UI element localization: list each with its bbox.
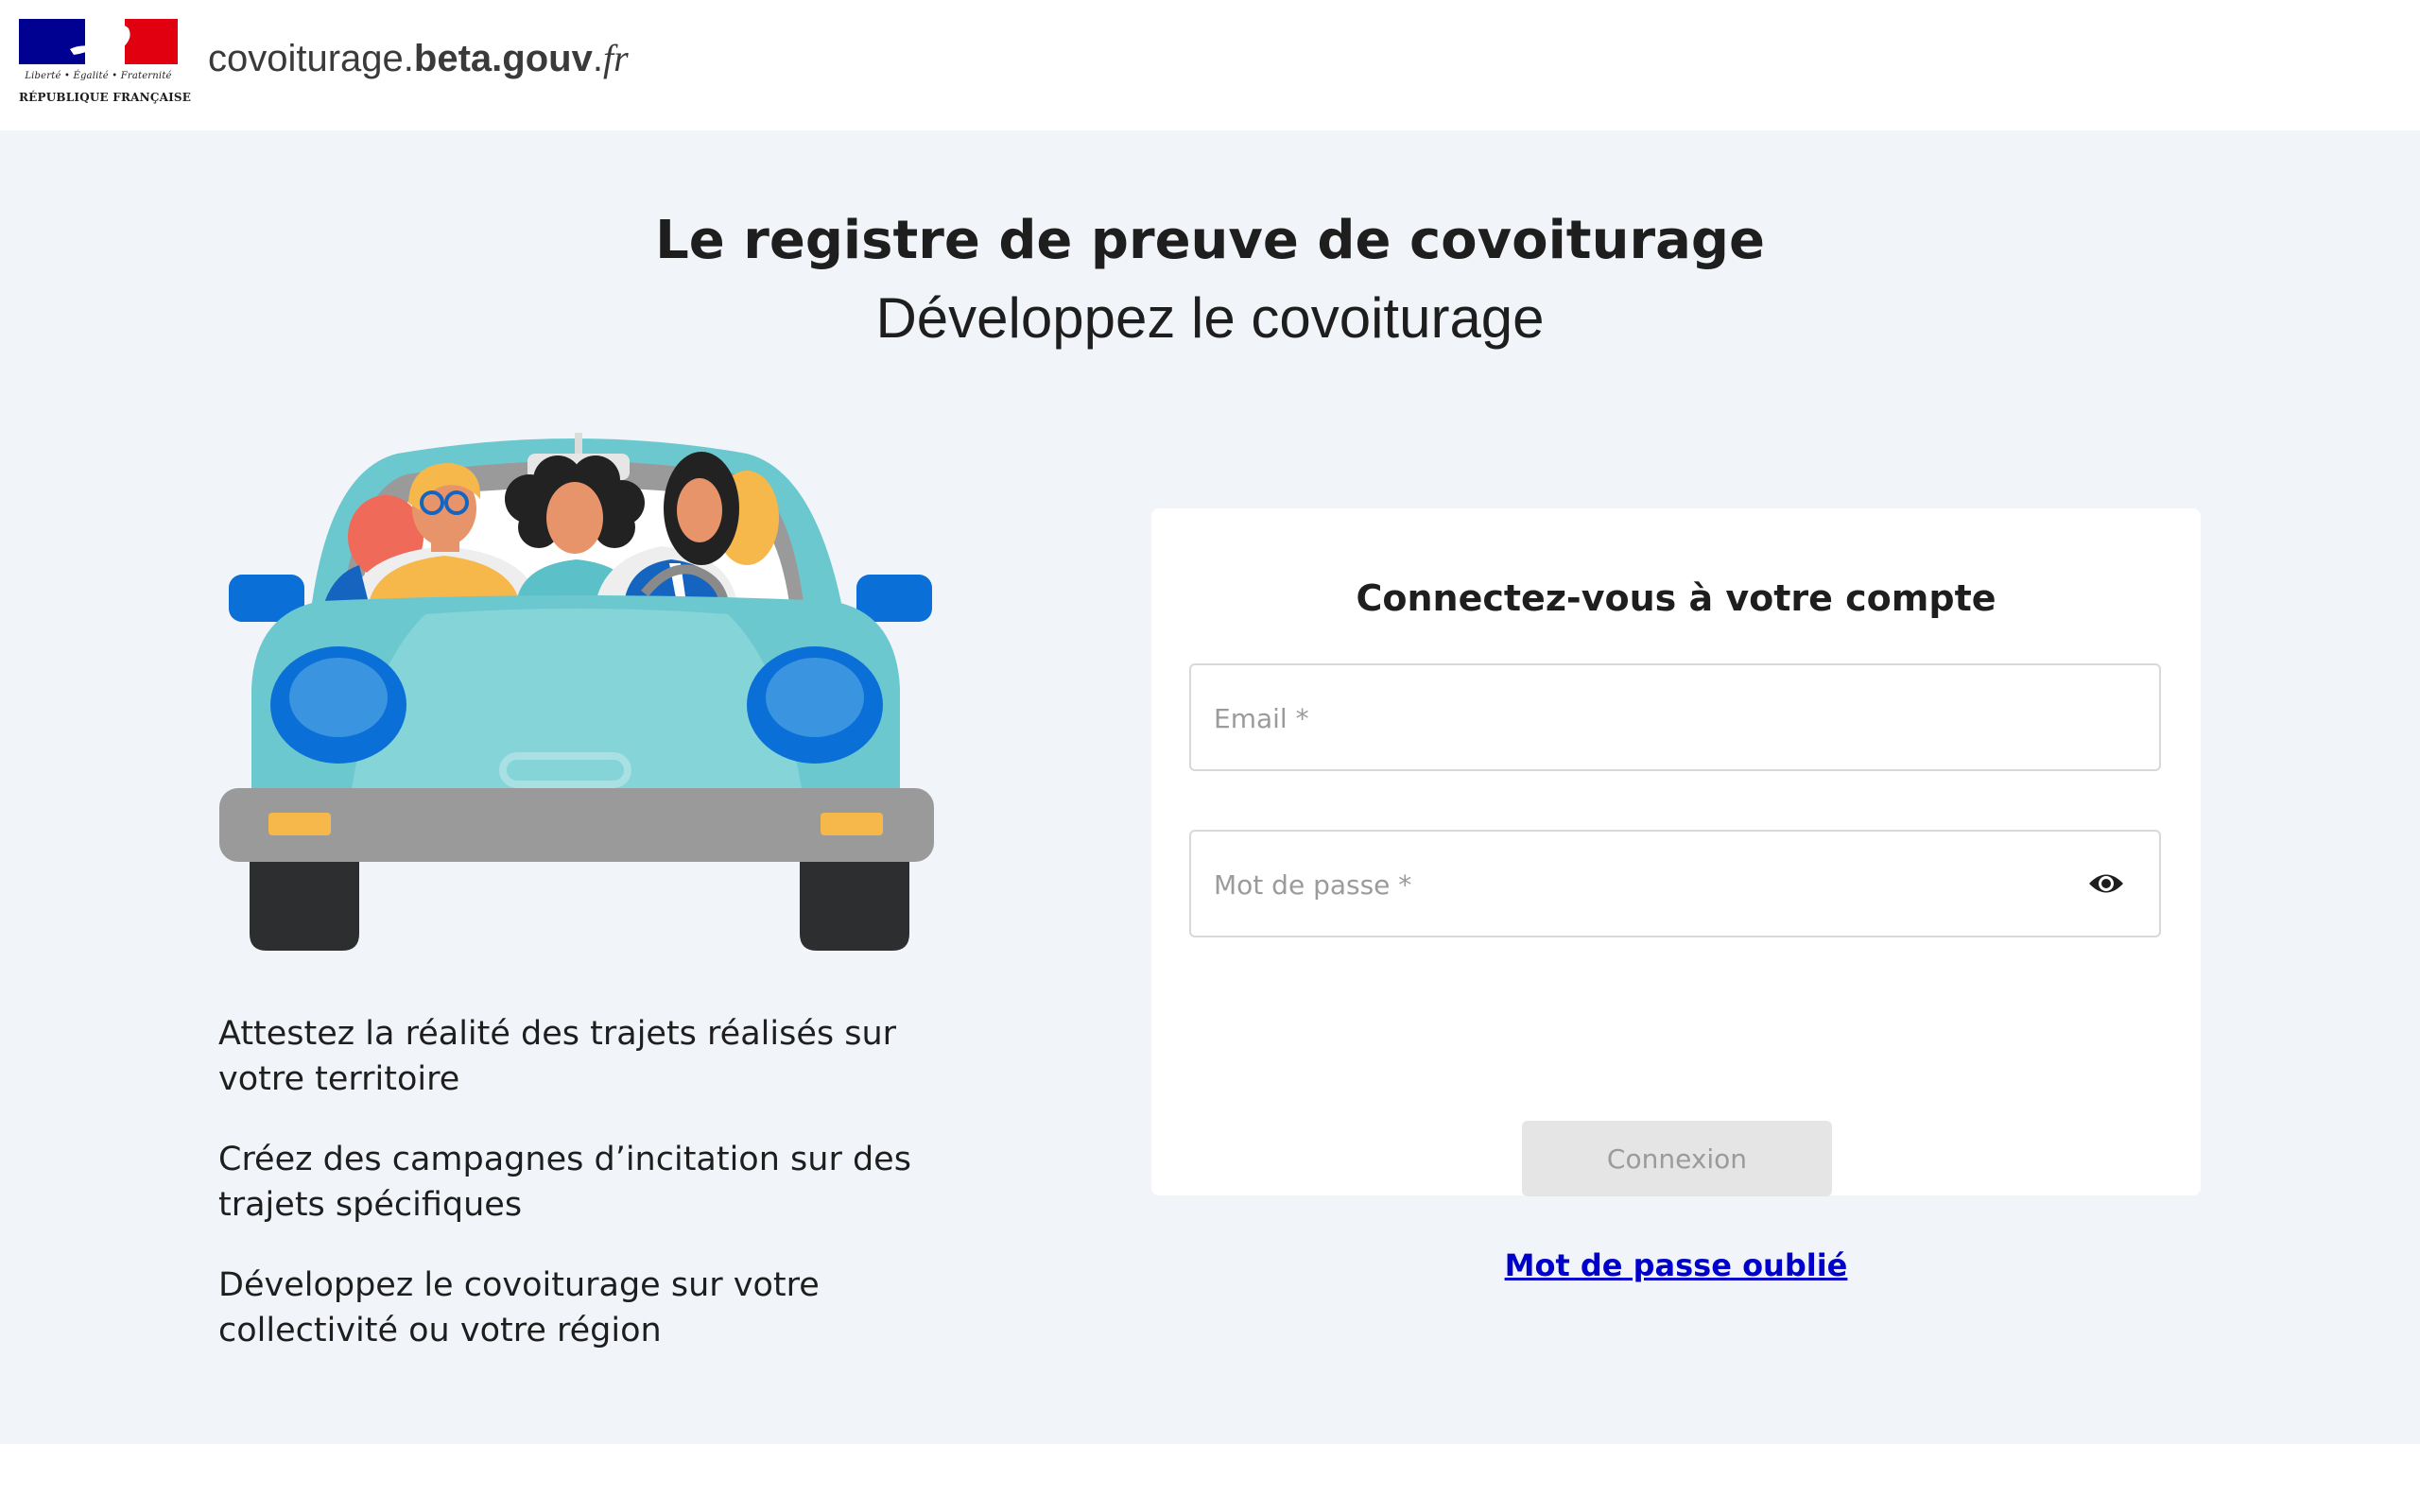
logo-motto: Liberté • Égalité • Fraternité [25,71,172,81]
carpool-car-illustration [219,433,934,951]
login-title: Connectez-vous à votre compte [1356,577,1996,619]
password-input[interactable] [1212,832,2085,937]
logo-republique-francaise: RÉPUBLIQUE FRANÇAISE [19,91,192,104]
republique-francaise-logo[interactable]: Liberté • Égalité • Fraternité RÉPUBLIQU… [19,19,192,106]
site-name-suffix: fr [602,37,629,79]
page-subtitle: Développez le covoiturage [875,286,1545,350]
forgot-password-link[interactable]: Mot de passe oublié [1151,1247,2201,1283]
email-field[interactable] [1189,663,2161,771]
feature-item: Créez des campagnes d’incitation sur des… [218,1141,911,1224]
site-name-bold: beta.gouv [413,38,593,79]
login-card: Connectez-vous à votre compte Connexion … [1151,508,2201,1283]
email-input[interactable] [1212,665,2085,771]
french-flag-icon [19,19,178,64]
eye-icon[interactable] [2087,868,2125,900]
feature-item: Attestez la réalité des trajets réalisés… [218,1015,897,1098]
page-title: Le registre de preuve de covoiturage [655,210,1765,271]
main-section: Le registre de preuve de covoiturage Dév… [0,130,2420,1444]
site-name-dot: . [592,38,603,79]
feature-item: Développez le covoiturage sur votre coll… [218,1266,820,1349]
site-name-link[interactable]: covoiturage. beta.gouv. fr [208,36,629,83]
site-header: Liberté • Égalité • Fraternité RÉPUBLIQU… [0,0,2420,130]
site-name-prefix: covoiturage. [208,38,414,79]
password-field[interactable] [1189,830,2161,937]
connexion-button[interactable]: Connexion [1522,1121,1832,1196]
features-list: Attestez la réalité des trajets réalisés… [218,1011,918,1388]
marianne-icon [70,25,130,59]
